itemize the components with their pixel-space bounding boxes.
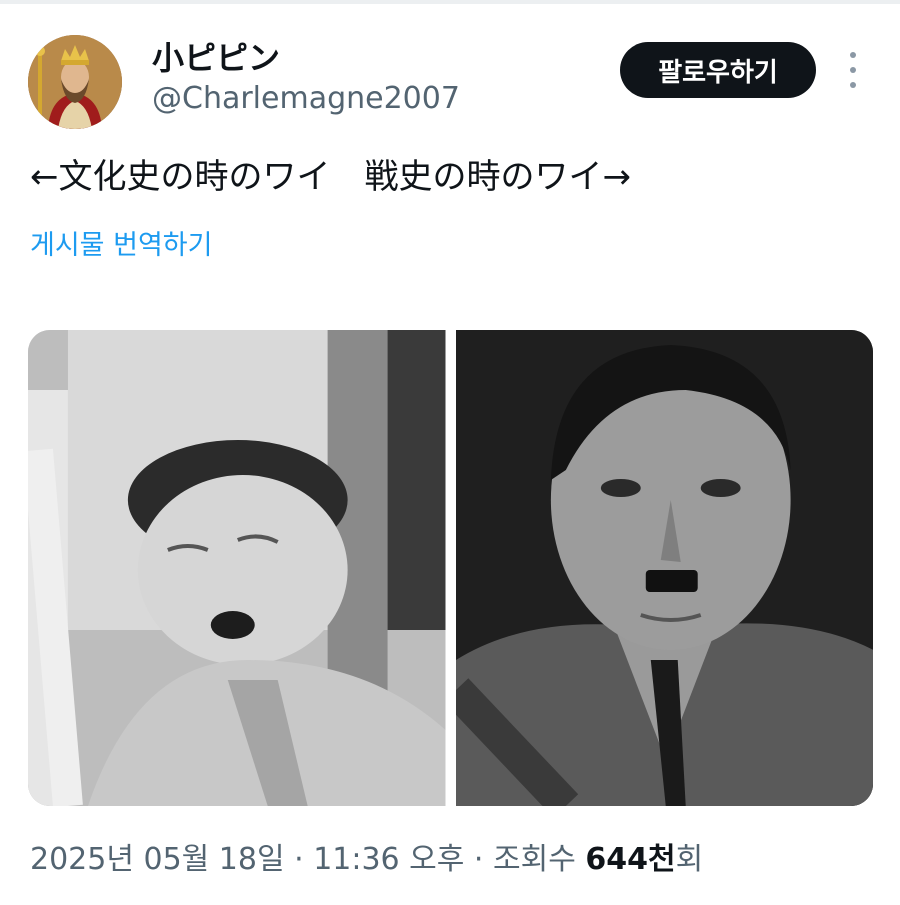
sleeping-man-photo: [28, 330, 446, 806]
photo-right[interactable]: [455, 330, 873, 806]
dot: [850, 67, 856, 73]
author-name[interactable]: 小ピピン: [152, 38, 280, 78]
dot: [850, 52, 856, 58]
translate-post-link[interactable]: 게시물 번역하기: [30, 226, 212, 266]
views-suffix: 회: [675, 842, 704, 877]
separator: ·: [284, 842, 314, 877]
top-divider: [0, 0, 900, 4]
post-time: 11:36 오후: [313, 842, 465, 877]
views-label: 조회수: [493, 842, 576, 877]
tweet-media[interactable]: [28, 330, 873, 806]
post-date: 2025년 05월 18일: [30, 842, 285, 877]
crowned-king-portrait-icon: [28, 35, 122, 129]
separator: ·: [464, 842, 493, 877]
author-handle[interactable]: @Charlemagne2007: [152, 80, 460, 118]
more-options-icon[interactable]: [838, 52, 868, 88]
tweet-metadata: 2025년 05월 18일 · 11:36 오후 · 조회수 644천회: [30, 838, 703, 882]
photo-left[interactable]: [28, 330, 446, 806]
portrait-photo: [455, 330, 873, 806]
views-count[interactable]: 644천: [585, 842, 675, 877]
tweet-text: ←文化史の時のワイ 戦史の時のワイ→: [30, 157, 631, 197]
follow-button[interactable]: 팔로우하기: [620, 42, 816, 98]
dot: [850, 82, 856, 88]
author-avatar[interactable]: [28, 35, 122, 129]
